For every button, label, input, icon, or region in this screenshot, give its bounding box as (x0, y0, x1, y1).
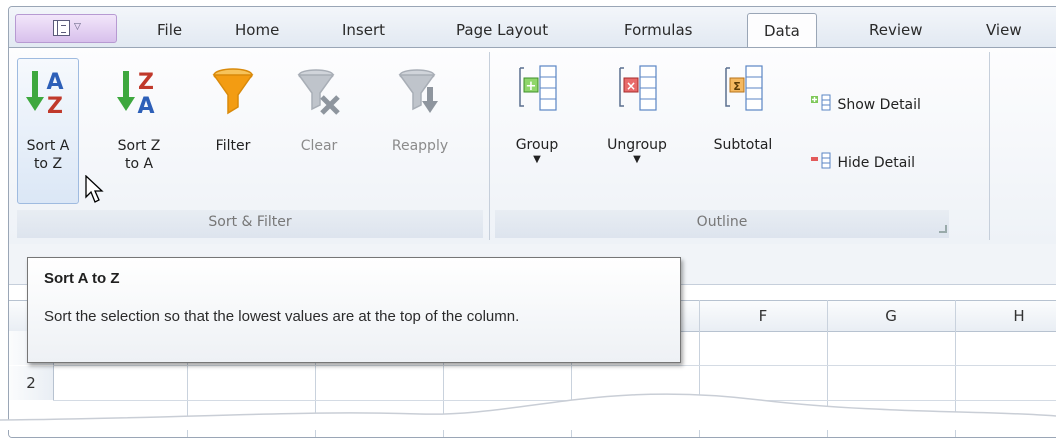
tooltip-body: Sort the selection so that the lowest va… (44, 308, 520, 325)
show-detail-label: Show Detail (837, 97, 921, 113)
clear-button[interactable]: Clear (291, 58, 347, 155)
tab-home[interactable]: Home (235, 21, 279, 39)
ribbon-tab-row: ▽ File Home Insert Page Layout Formulas … (9, 7, 1056, 48)
reapply-filter-icon (398, 69, 438, 113)
clear-label: Clear (300, 138, 338, 154)
torn-edge-decoration (0, 393, 1056, 430)
tab-page-layout[interactable]: Page Layout (456, 21, 548, 39)
ungroup-button[interactable]: × Ungroup ▼ (597, 58, 677, 166)
sort-z-to-a-button[interactable]: Z A Sort Z to A (109, 58, 169, 173)
sheet-menu-icon (53, 20, 70, 36)
filter-button[interactable]: Filter (205, 58, 261, 155)
reapply-button[interactable]: Reapply (383, 58, 457, 155)
svg-text:A: A (137, 94, 154, 119)
sort-a-to-z-button[interactable]: A Z Sort A to Z (17, 58, 79, 204)
column-header-h[interactable]: H (955, 307, 1056, 325)
svg-text:×: × (626, 79, 636, 93)
ungroup-icon: × (619, 65, 657, 111)
group-label: Group (515, 137, 559, 153)
show-detail-button[interactable]: Show Detail (811, 94, 921, 113)
column-header-f[interactable]: F (699, 307, 827, 325)
tooltip-title: Sort A to Z (44, 270, 120, 287)
ungroup-dropdown-icon: ▼ (633, 154, 641, 165)
sort-a-to-z-label-1: Sort A (26, 138, 70, 154)
mouse-pointer-icon (85, 175, 104, 203)
svg-text:Z: Z (47, 94, 63, 119)
sort-z-to-a-label-1: Sort Z (117, 138, 161, 154)
tab-insert[interactable]: Insert (342, 21, 385, 39)
tab-review[interactable]: Review (869, 21, 923, 39)
svg-text:Σ: Σ (733, 80, 741, 93)
subtotal-label: Subtotal (713, 137, 773, 153)
tab-view[interactable]: View (986, 21, 1022, 39)
ungroup-label: Ungroup (607, 137, 667, 153)
clear-filter-icon (297, 69, 340, 115)
sort-a-to-z-tooltip: Sort A to Z Sort the selection so that t… (27, 257, 681, 363)
svg-text:Z: Z (138, 70, 154, 95)
filter-funnel-icon (212, 68, 254, 115)
reapply-label: Reapply (391, 138, 449, 154)
group-button[interactable]: + Group ▼ (507, 58, 567, 166)
sort-a-to-z-label-2: to Z (33, 156, 63, 172)
subtotal-button[interactable]: Σ Subtotal (703, 58, 783, 154)
chevron-down-icon: ▽ (74, 22, 81, 32)
application-menu-button[interactable]: ▽ (15, 14, 117, 43)
sort-z-to-a-icon: Z A (117, 70, 155, 119)
hide-detail-icon (811, 152, 831, 169)
ribbon-data-panel: A Z Sort A to Z Z A Sort Z to A Filter C… (9, 47, 1056, 245)
outline-group-label: Outline (696, 214, 748, 230)
tab-data[interactable]: Data (747, 13, 817, 48)
tab-file[interactable]: File (157, 21, 182, 39)
hide-detail-label: Hide Detail (837, 155, 916, 171)
sort-filter-group-label: Sort & Filter (208, 214, 292, 230)
group-dropdown-icon: ▼ (533, 154, 541, 165)
group-icon: + (519, 65, 557, 111)
svg-text:A: A (46, 70, 63, 95)
column-header-g[interactable]: G (827, 307, 955, 325)
outline-dialog-launcher-icon[interactable] (939, 225, 947, 233)
group-divider (489, 52, 490, 240)
sort-z-to-a-label-2: to A (124, 156, 154, 172)
subtotal-icon: Σ (725, 65, 763, 111)
group-divider (989, 52, 990, 240)
show-detail-icon (811, 94, 831, 111)
sort-a-to-z-icon: A Z (26, 70, 64, 119)
filter-label: Filter (215, 138, 251, 154)
hide-detail-button[interactable]: Hide Detail (811, 152, 915, 171)
svg-text:+: + (526, 79, 537, 94)
tab-formulas[interactable]: Formulas (624, 21, 692, 39)
